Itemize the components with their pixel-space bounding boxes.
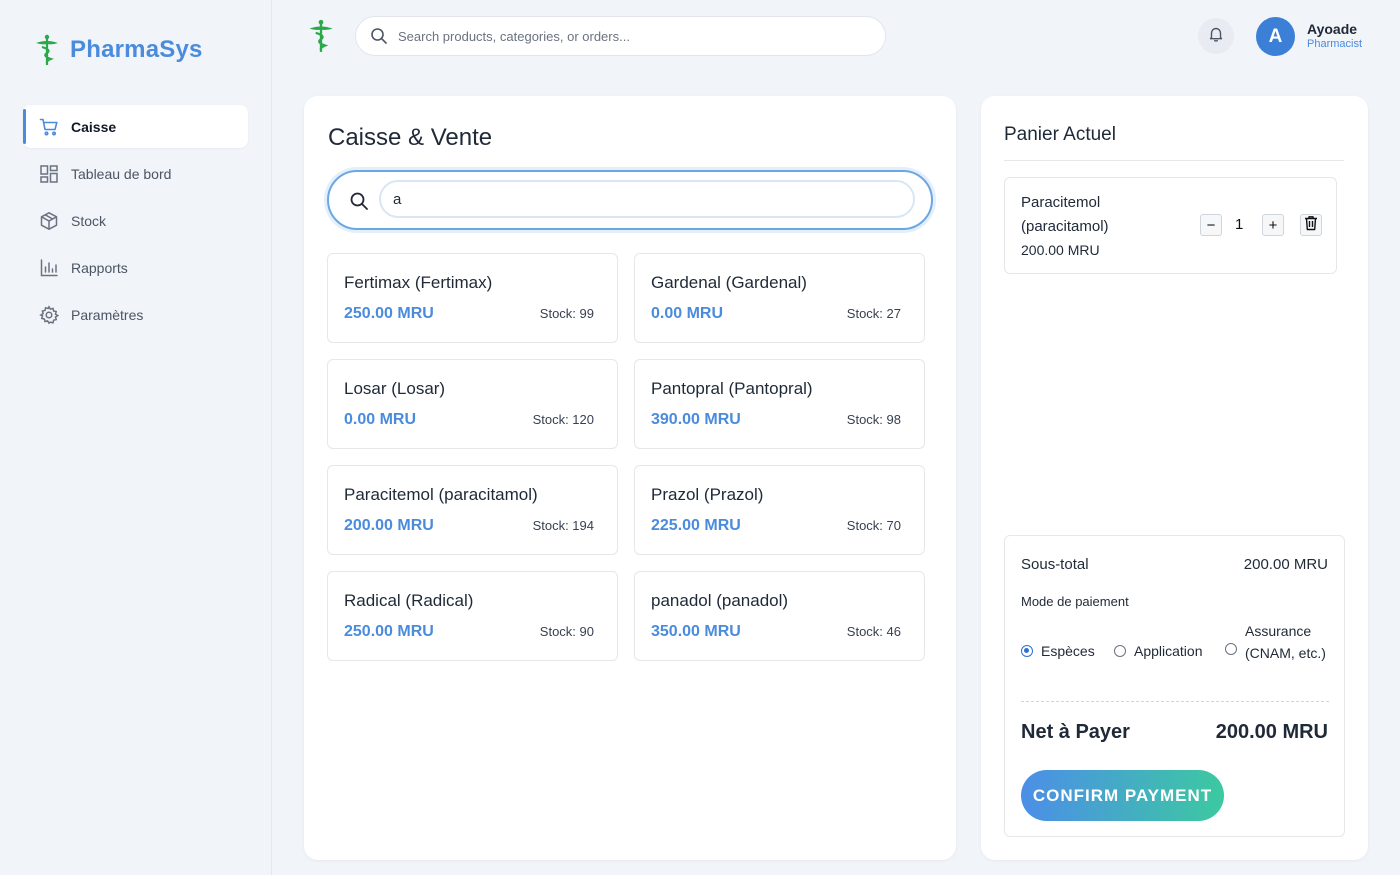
payment-option-label[interactable]: Assurance (CNAM, etc.) [1245, 620, 1335, 664]
search-icon [370, 27, 388, 45]
product-name: Prazol (Prazol) [651, 485, 764, 504]
dashboard-icon [39, 164, 59, 184]
cart-item-name: Paracitemol (paracitamol) [1021, 194, 1109, 235]
page-title: Caisse & Vente [328, 124, 493, 151]
gear-icon [39, 304, 59, 325]
product-price: 250.00 MRU [344, 623, 434, 640]
quantity-value: 1 [1235, 216, 1244, 233]
product-price: 225.00 MRU [651, 517, 741, 534]
confirm-payment-button[interactable]: CONFIRM PAYMENT [1021, 770, 1224, 821]
sidebar-item-label: Caisse [71, 118, 117, 135]
product-price: 200.00 MRU [344, 517, 434, 534]
cart-icon [39, 117, 59, 137]
sidebar-item-parametres[interactable]: Paramètres [23, 293, 248, 336]
payment-mode-label: Mode de paiement [1021, 594, 1129, 609]
product-name: Gardenal (Gardenal) [651, 273, 807, 292]
product-stock: Stock: 120 [532, 412, 594, 427]
cart-item: Paracitemol (paracitamol) 200.00 MRU − 1… [1004, 177, 1337, 274]
divider [1021, 701, 1329, 702]
product-stock: Stock: 27 [846, 306, 901, 321]
product-card[interactable]: Pantopral (Pantopral) 390.00 MRU Stock: … [634, 359, 925, 449]
product-name: Pantopral (Pantopral) [651, 379, 813, 398]
user-name: Ayoade [1307, 21, 1358, 37]
sidebar: PharmaSys Caisse Tableau de bord Stock R… [0, 0, 272, 875]
box-icon [39, 211, 59, 231]
subtotal-label: Sous-total [1021, 556, 1089, 573]
pharmacy-caduceus-icon[interactable] [305, 18, 337, 54]
product-price: 0.00 MRU [344, 411, 417, 428]
pharmacy-caduceus-icon [32, 33, 62, 67]
avatar[interactable]: A [1256, 17, 1295, 56]
radio-unselected[interactable] [1114, 645, 1126, 657]
increase-quantity-button[interactable]: + [1262, 214, 1284, 236]
notifications-button[interactable] [1198, 18, 1234, 54]
net-value: 200.00 MRU [1215, 721, 1328, 743]
product-card[interactable]: Prazol (Prazol) 225.00 MRU Stock: 70 [634, 465, 925, 555]
radio-selected[interactable] [1021, 645, 1033, 657]
product-name: Radical (Radical) [344, 591, 474, 610]
subtotal-value: 200.00 MRU [1243, 556, 1328, 573]
product-stock: Stock: 90 [539, 624, 594, 639]
sidebar-item-stock[interactable]: Stock [23, 199, 248, 242]
payment-option-label: Application [1134, 643, 1203, 659]
pos-panel: Caisse & Vente Fertimax (Fertimax) 250.0… [304, 96, 956, 860]
product-name: Fertimax (Fertimax) [344, 273, 493, 292]
product-price: 0.00 MRU [651, 305, 724, 322]
product-card[interactable]: Losar (Losar) 0.00 MRU Stock: 120 [327, 359, 618, 449]
payment-option-assurance[interactable] [1225, 643, 1245, 655]
product-search-input[interactable] [379, 180, 915, 218]
user-role: Pharmacist [1307, 38, 1363, 50]
product-stock: Stock: 98 [846, 412, 901, 427]
order-summary: Sous-total 200.00 MRU Mode de paiement E… [1004, 535, 1345, 837]
divider [1004, 160, 1344, 161]
product-stock: Stock: 70 [846, 518, 901, 533]
product-name: Paracitemol (paracitamol) [344, 485, 538, 504]
sidebar-item-label: Stock [71, 212, 107, 229]
trash-icon [1304, 215, 1318, 236]
product-price: 350.00 MRU [651, 623, 741, 640]
sidebar-item-caisse[interactable]: Caisse [23, 105, 248, 148]
decrease-quantity-button[interactable]: − [1200, 214, 1222, 236]
product-price: 250.00 MRU [344, 305, 434, 322]
product-card[interactable]: Paracitemol (paracitamol) 200.00 MRU Sto… [327, 465, 618, 555]
cart-title: Panier Actuel [1004, 124, 1116, 145]
product-name: Losar (Losar) [344, 379, 446, 398]
sidebar-item-label: Rapports [71, 259, 128, 276]
product-card[interactable]: Fertimax (Fertimax) 250.00 MRU Stock: 99 [327, 253, 618, 343]
product-stock: Stock: 99 [539, 306, 594, 321]
user-info[interactable]: Ayoade Pharmacist [1307, 21, 1362, 50]
radio-unselected[interactable] [1225, 643, 1237, 655]
app-name: PharmaSys [70, 36, 203, 63]
bell-icon [1208, 26, 1224, 47]
payment-option-label: Espèces [1041, 643, 1095, 659]
product-search[interactable] [327, 170, 933, 230]
global-search-input[interactable] [398, 28, 858, 44]
sidebar-item-rapports[interactable]: Rapports [23, 246, 248, 289]
product-price: 390.00 MRU [651, 411, 741, 428]
product-name: panadol (panadol) [651, 591, 789, 610]
sidebar-nav: Caisse Tableau de bord Stock Rapports Pa… [23, 105, 248, 340]
bar-chart-icon [39, 258, 59, 278]
product-stock: Stock: 194 [532, 518, 594, 533]
product-card[interactable]: Gardenal (Gardenal) 0.00 MRU Stock: 27 [634, 253, 925, 343]
cart-item-price: 200.00 MRU [1021, 242, 1100, 258]
cart-panel: Panier Actuel Paracitemol (paracitamol) … [981, 96, 1368, 860]
search-icon [349, 191, 369, 211]
remove-item-button[interactable] [1300, 214, 1322, 236]
product-grid: Fertimax (Fertimax) 250.00 MRU Stock: 99… [327, 253, 925, 661]
payment-option-especes[interactable]: Espèces [1021, 643, 1095, 659]
product-card[interactable]: Radical (Radical) 250.00 MRU Stock: 90 [327, 571, 618, 661]
product-card[interactable]: panadol (panadol) 350.00 MRU Stock: 46 [634, 571, 925, 661]
net-label: Net à Payer [1021, 721, 1130, 743]
payment-option-application[interactable]: Application [1114, 643, 1203, 659]
sidebar-item-tableau-de-bord[interactable]: Tableau de bord [23, 152, 248, 195]
global-search[interactable] [355, 16, 886, 56]
brand[interactable]: PharmaSys [32, 30, 203, 70]
sidebar-item-label: Paramètres [71, 306, 144, 323]
sidebar-item-label: Tableau de bord [71, 165, 172, 182]
product-stock: Stock: 46 [846, 624, 901, 639]
